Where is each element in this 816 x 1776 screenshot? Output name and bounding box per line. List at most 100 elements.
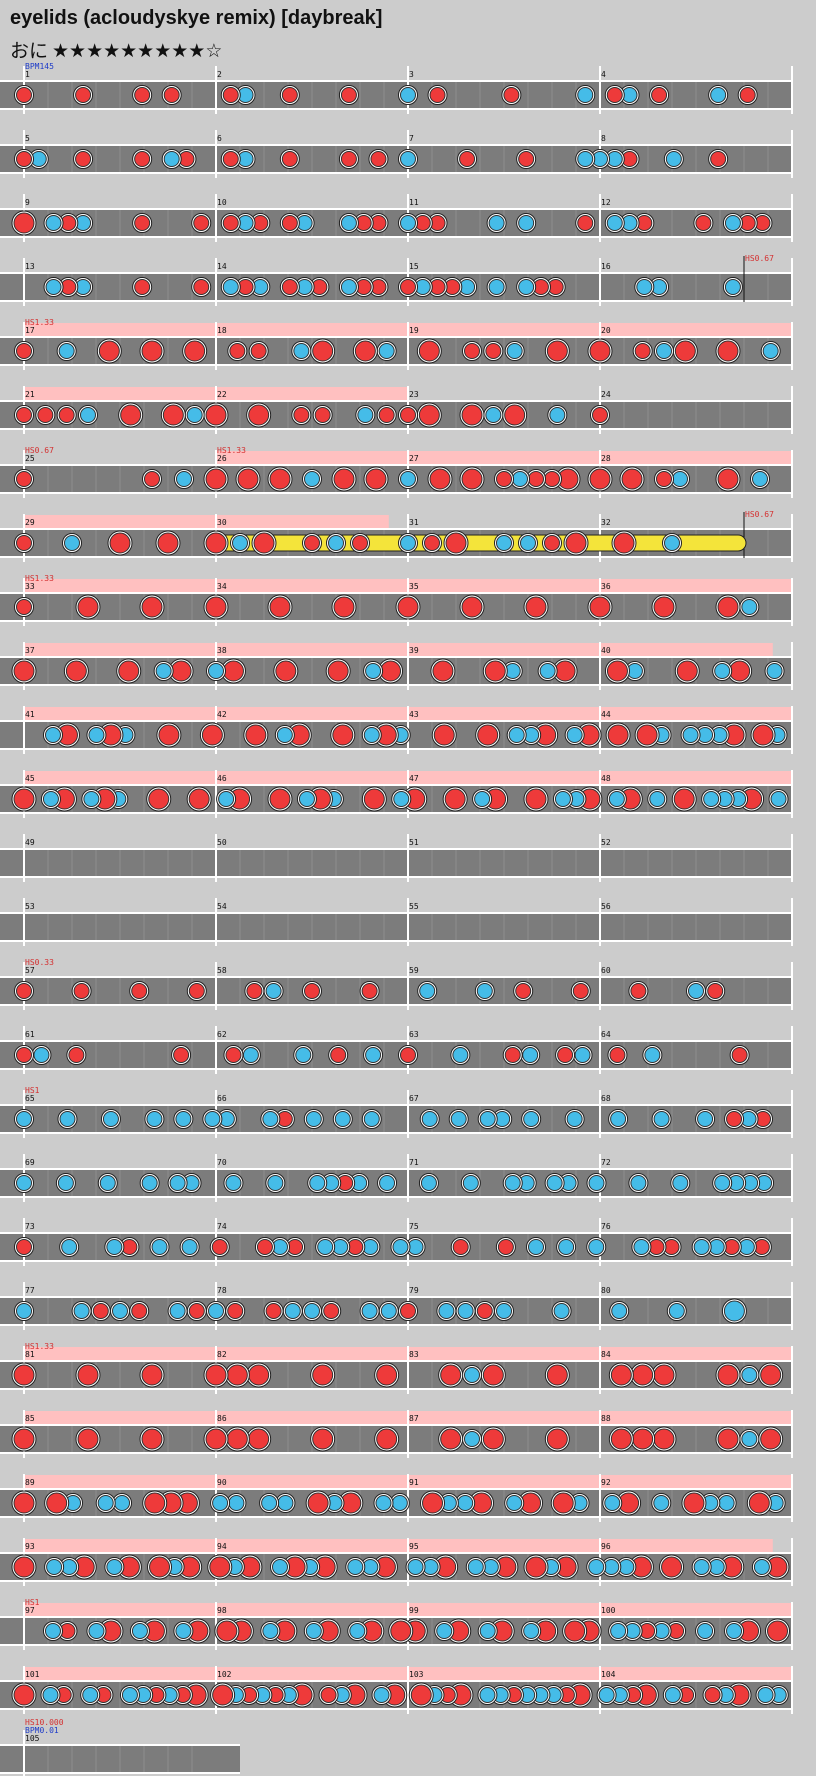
note-face xyxy=(604,1495,621,1511)
measure-number: 1 xyxy=(25,70,30,79)
note-face xyxy=(760,1428,782,1450)
note-face xyxy=(592,407,608,423)
measure-number: 56 xyxy=(601,902,611,911)
note-face xyxy=(610,1111,627,1127)
note-face xyxy=(340,151,357,167)
note-face xyxy=(438,1303,455,1319)
speed-label: HS1.33 xyxy=(25,318,54,327)
measure-number: 55 xyxy=(409,902,419,911)
note-face xyxy=(340,279,357,295)
note-face xyxy=(248,404,270,426)
measure-number: 21 xyxy=(25,390,35,399)
chart-row-3: 9 10 11 12 xyxy=(0,194,793,242)
note-face xyxy=(588,1175,605,1191)
note-face xyxy=(633,1239,650,1255)
note-face xyxy=(205,1364,227,1386)
speed-label: HS0.67 xyxy=(25,446,54,455)
measure-number: 74 xyxy=(217,1222,227,1231)
measure-number: 105 xyxy=(25,1734,40,1743)
scroll-speed-band xyxy=(24,515,389,528)
note-face xyxy=(205,468,227,490)
note-face xyxy=(340,87,357,103)
note-face xyxy=(391,1495,408,1511)
note-face xyxy=(304,1303,320,1319)
note-face xyxy=(245,724,267,746)
note-face xyxy=(621,468,643,490)
note-face xyxy=(653,1495,670,1511)
note-face xyxy=(464,1367,480,1383)
note-face xyxy=(400,471,416,487)
note-face xyxy=(170,660,192,682)
note-face xyxy=(109,532,131,554)
note-face xyxy=(400,1303,416,1319)
note-face xyxy=(410,1684,432,1706)
note-face xyxy=(295,1047,312,1063)
note-face xyxy=(697,1623,714,1639)
note-face xyxy=(477,724,499,746)
note-face xyxy=(265,983,282,999)
note-face xyxy=(361,1303,378,1319)
note-face xyxy=(349,1623,366,1639)
note-face xyxy=(674,340,696,362)
note-face xyxy=(610,1428,632,1450)
note-face xyxy=(188,983,205,999)
note-face xyxy=(256,1239,273,1255)
note-face xyxy=(158,724,180,746)
note-face xyxy=(169,1175,186,1191)
note-face xyxy=(508,727,525,743)
chart-row-27: 105HS10.000BPM0.01 xyxy=(0,1718,240,1776)
measure-number: 62 xyxy=(217,1030,227,1039)
note-face xyxy=(175,1623,192,1639)
note-face xyxy=(467,1559,484,1575)
note-face xyxy=(146,1111,163,1127)
note-face xyxy=(496,1303,512,1319)
measure-number: 46 xyxy=(217,774,227,783)
note-face xyxy=(553,1303,570,1319)
note-face xyxy=(731,1047,748,1063)
measure-number: 10 xyxy=(217,198,227,207)
measure-number: 6 xyxy=(217,134,222,143)
chart-row-22: 85 86 87 88 xyxy=(0,1410,793,1458)
note-face xyxy=(13,1556,35,1578)
measure-number: 71 xyxy=(409,1158,419,1167)
note-face xyxy=(574,1047,591,1063)
note-lane xyxy=(0,80,792,110)
note-face xyxy=(44,727,61,743)
measure-number: 49 xyxy=(25,838,35,847)
note-face xyxy=(181,1239,198,1255)
note-face xyxy=(269,596,291,618)
measure-number: 11 xyxy=(409,198,419,207)
note-face xyxy=(131,1623,148,1639)
note-face xyxy=(636,724,658,746)
measure-number: 59 xyxy=(409,966,419,975)
note-face xyxy=(144,1492,166,1514)
note-face xyxy=(613,532,635,554)
note-face xyxy=(106,1239,123,1255)
measure-number: 9 xyxy=(25,198,30,207)
note-face xyxy=(462,1175,479,1191)
note-face xyxy=(606,660,628,682)
note-face xyxy=(88,727,105,743)
note-face xyxy=(378,343,395,359)
measure-number: 36 xyxy=(601,582,611,591)
note-face xyxy=(400,279,416,295)
measure-number: 76 xyxy=(601,1222,611,1231)
note-face xyxy=(653,1111,670,1127)
note-face xyxy=(225,1175,242,1191)
note-face xyxy=(216,1620,238,1642)
measure-number: 88 xyxy=(601,1414,611,1423)
note-face xyxy=(75,87,92,103)
note-face xyxy=(609,1047,626,1063)
note-face xyxy=(539,663,556,679)
note-face xyxy=(515,983,532,999)
note-face xyxy=(134,151,151,167)
chart-row-16: 61 62 63 64 xyxy=(0,1026,793,1074)
measure-number: 96 xyxy=(601,1542,611,1551)
note-face xyxy=(672,1175,689,1191)
note-face xyxy=(77,1364,99,1386)
note-face xyxy=(479,1111,496,1127)
note-face xyxy=(307,1492,329,1514)
note-face xyxy=(762,343,779,359)
note-face xyxy=(512,471,528,487)
chart-row-21: 81 82 83 84 HS1.33 xyxy=(0,1342,793,1394)
